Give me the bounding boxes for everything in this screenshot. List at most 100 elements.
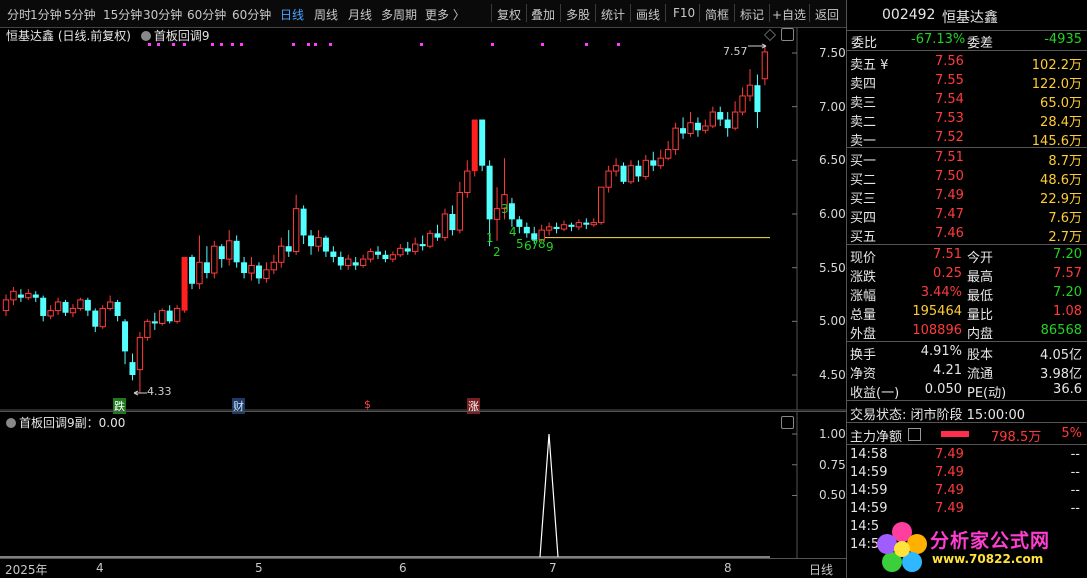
signal-dot <box>292 43 295 46</box>
multi-stock-button[interactable]: 多股 <box>566 6 590 23</box>
candle-body <box>337 256 344 266</box>
candle-body <box>25 292 32 299</box>
candle-body <box>650 160 657 166</box>
stat-label: 量比 <box>967 308 994 323</box>
seq-label: 9 <box>546 240 554 254</box>
ask-price: 7.53 <box>935 111 964 126</box>
candle-body <box>17 294 24 298</box>
logo-text: 分析家公式网 <box>930 530 1051 552</box>
stat-label: 今开 <box>967 251 994 266</box>
mark-button[interactable]: 标记 <box>740 6 764 23</box>
y-label: 5.50 <box>819 261 846 275</box>
stat-label: 流通 <box>967 367 994 382</box>
stat-value: 4.91% <box>920 344 962 359</box>
ask-row[interactable]: 卖三 7.54 65.0万 <box>847 91 1087 111</box>
draw-line-button[interactable]: 画线 <box>636 6 660 23</box>
stat-label: 最低 <box>967 289 994 304</box>
weibi-row: 委比 -67.13% 委差 -4935 <box>847 31 1087 51</box>
period-label[interactable]: 日线 <box>809 561 833 578</box>
overlay-button[interactable]: 叠加 <box>531 6 555 23</box>
tab-daily[interactable]: 日线 <box>280 6 304 23</box>
toolbar-divider <box>809 4 810 22</box>
stat-value: 3.44% <box>920 285 962 300</box>
tab-1min[interactable]: 1分钟 <box>30 6 62 23</box>
ask-volume: 122.0万 <box>1031 77 1082 92</box>
candle-body <box>612 165 620 172</box>
tick-time: 14:58 <box>850 447 888 462</box>
signal-dot <box>157 43 160 46</box>
indicator-spike <box>539 433 559 558</box>
candle-body <box>278 245 285 263</box>
stat-row: 换手 4.91% 股本 4.05亿 <box>847 343 1087 363</box>
tab-15min[interactable]: 15分钟 <box>103 6 142 23</box>
y-label: 6.00 <box>819 207 846 221</box>
ask-row[interactable]: 卖五 ¥ 7.56 102.2万 <box>847 53 1087 73</box>
seq-label: 1 <box>486 231 494 245</box>
bid-row[interactable]: 买四 7.47 7.6万 <box>847 206 1087 226</box>
ask-volume: 102.2万 <box>1031 58 1082 73</box>
candlestick-chart[interactable] <box>0 27 846 417</box>
stat-row: 外盘 108896 内盘 86568 <box>847 322 1087 342</box>
candle-body <box>754 85 761 113</box>
bid-price: 7.47 <box>935 207 964 222</box>
f10-button[interactable]: F10 <box>673 6 695 20</box>
bid-volume: 8.7万 <box>1048 154 1082 169</box>
fuquan-button[interactable]: 复权 <box>497 6 521 23</box>
bid-row[interactable]: 买三 7.49 22.9万 <box>847 187 1087 207</box>
candle-body <box>2 299 10 312</box>
candle-body <box>583 222 590 225</box>
candle-body <box>47 310 54 317</box>
candle-body <box>702 125 709 131</box>
signal-dot <box>329 43 332 46</box>
tick-row: 14:59 7.49 -- <box>847 482 1087 501</box>
bid-price: 7.46 <box>935 226 964 241</box>
candle-body <box>412 243 419 253</box>
bid-label: 买二 <box>850 173 877 188</box>
bid-row[interactable]: 买二 7.50 48.6万 <box>847 168 1087 188</box>
stock-name: 恒基达鑫 <box>942 10 998 26</box>
candle-body <box>292 208 300 253</box>
candle-body <box>10 290 17 301</box>
tab-30min[interactable]: 30分钟 <box>143 6 182 23</box>
tab-multi-period[interactable]: 多周期 <box>381 6 417 23</box>
tab-5min[interactable]: 5分钟 <box>64 6 96 23</box>
stat-label: PE(动) <box>967 386 1007 401</box>
candle-body <box>657 157 664 167</box>
signal-dot <box>617 43 620 46</box>
ask-row[interactable]: 卖四 7.55 122.0万 <box>847 72 1087 92</box>
stat-row: 净资 4.21 流通 3.98亿 <box>847 362 1087 382</box>
sub-indicator-chart[interactable] <box>0 412 846 558</box>
divider <box>847 444 1087 445</box>
list-icon[interactable] <box>908 428 921 441</box>
divider <box>847 147 1087 148</box>
candle-body <box>746 84 754 97</box>
candle-body <box>315 237 322 247</box>
tick-volume: -- <box>1070 483 1080 498</box>
bid-label: 买五 <box>850 230 877 245</box>
tab-60min-b[interactable]: 60分钟 <box>232 6 271 23</box>
simple-frame-button[interactable]: 简框 <box>705 6 729 23</box>
add-favorite-button[interactable]: +自选 <box>772 6 806 23</box>
candle-body <box>181 256 188 311</box>
candle-body <box>441 213 449 239</box>
tab-more[interactable]: 更多 〉 <box>425 6 465 23</box>
bid-row[interactable]: 买五 7.46 2.7万 <box>847 225 1087 245</box>
toolbar-divider <box>526 4 527 22</box>
flag-dollar[interactable]: $ <box>363 398 372 411</box>
candle-body <box>761 51 769 80</box>
bid-volume: 2.7万 <box>1048 230 1082 245</box>
seq-label: 5 <box>516 237 524 251</box>
ask-row[interactable]: 卖二 7.53 28.4万 <box>847 110 1087 130</box>
stat-value: 195464 <box>912 304 962 319</box>
ask-row[interactable]: 卖一 7.52 145.6万 <box>847 129 1087 149</box>
candle-body <box>397 247 404 256</box>
back-button[interactable]: 返回 <box>815 6 839 23</box>
tab-monthly[interactable]: 月线 <box>348 6 372 23</box>
bid-row[interactable]: 买一 7.51 8.7万 <box>847 149 1087 169</box>
y-label: 5.00 <box>819 314 846 328</box>
signal-dot <box>420 43 423 46</box>
stats-button[interactable]: 统计 <box>601 6 625 23</box>
tab-60min[interactable]: 60分钟 <box>187 6 226 23</box>
tab-weekly[interactable]: 周线 <box>314 6 338 23</box>
tab-fenshi[interactable]: 分时 <box>7 6 31 23</box>
